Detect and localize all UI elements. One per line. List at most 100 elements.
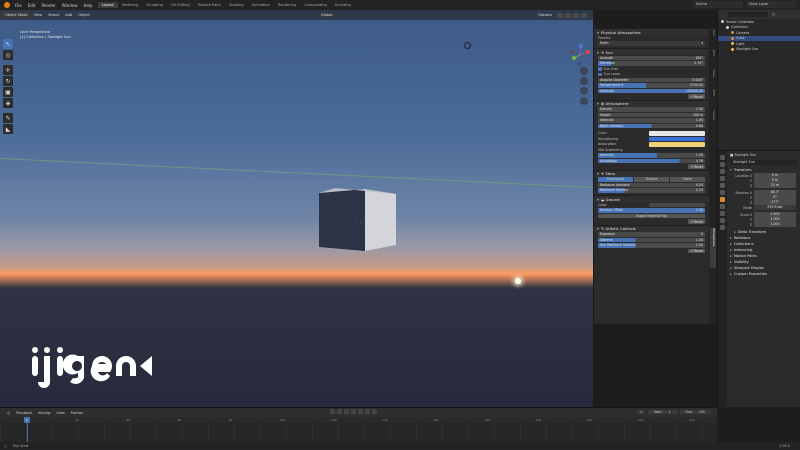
navigation-gizmo[interactable] bbox=[568, 43, 592, 67]
output-props-icon[interactable] bbox=[720, 169, 725, 174]
current-frame-field[interactable]: 1 bbox=[636, 410, 645, 414]
menu-select[interactable]: Select bbox=[45, 13, 62, 17]
sidebar-tab-item[interactable]: Item bbox=[710, 30, 716, 46]
annotate-tool-icon[interactable]: ✎ bbox=[3, 113, 13, 123]
artistic-controls-header[interactable]: ✎ Artistic Controls bbox=[594, 224, 709, 232]
scale-tool-icon[interactable]: ▣ bbox=[3, 87, 13, 97]
tool-props-icon[interactable] bbox=[720, 155, 725, 160]
rotate-tool-icon[interactable]: ↻ bbox=[3, 76, 13, 86]
blender-logo-icon[interactable] bbox=[4, 2, 10, 8]
end-frame-field[interactable]: End 250 bbox=[679, 410, 711, 414]
view-layer-props-icon[interactable] bbox=[720, 176, 725, 181]
start-frame-field[interactable]: Start 1 bbox=[647, 410, 677, 414]
tab-uv-editing[interactable]: UV Editing bbox=[167, 2, 194, 8]
sidebar-tab-atmosphere[interactable]: Atmosphere bbox=[710, 228, 716, 268]
rendered-shading-icon[interactable] bbox=[581, 12, 587, 18]
location-y-field[interactable]: 0 m bbox=[754, 178, 796, 183]
wireframe-shading-icon[interactable] bbox=[557, 12, 563, 18]
transform-orientation-dropdown[interactable]: Global bbox=[318, 13, 336, 17]
material-shading-icon[interactable] bbox=[573, 12, 579, 18]
location-z-field[interactable]: 22 m bbox=[754, 183, 796, 188]
sidebar-tab-tool[interactable]: Tool bbox=[710, 50, 716, 66]
tab-animation[interactable]: Animation bbox=[248, 2, 274, 8]
atmosphere-intensity-field[interactable]: Intensity 1.00 bbox=[598, 118, 705, 123]
atmosphere-section-header[interactable]: ◍ Atmosphere bbox=[594, 99, 709, 107]
menu-render[interactable]: Render bbox=[38, 3, 58, 8]
move-tool-icon[interactable]: ✛ bbox=[3, 65, 13, 75]
play-reverse-icon[interactable] bbox=[351, 409, 356, 414]
scale-z-field[interactable]: 1.000 bbox=[754, 222, 796, 227]
scene-field[interactable]: Scene bbox=[693, 1, 743, 8]
3d-viewport[interactable]: Object Mode View Select Add Object Globa… bbox=[0, 10, 593, 407]
angular-diameter-field[interactable]: Angular Diameter 0.526° bbox=[598, 77, 705, 82]
sun-intensity-field[interactable]: Intensity 200000.00 bbox=[598, 88, 705, 93]
object-name-field[interactable]: Starlight Sun bbox=[730, 160, 798, 165]
sun-section-header[interactable]: ☀ Sun bbox=[594, 48, 709, 55]
physics-props-icon[interactable] bbox=[720, 211, 725, 216]
rotation-x-field[interactable]: 86.3° bbox=[754, 190, 796, 195]
atmosphere-reset-button[interactable]: ↺ Reset bbox=[688, 164, 705, 169]
outliner-search-input[interactable] bbox=[728, 12, 768, 17]
menu-help[interactable]: Help bbox=[80, 3, 95, 8]
scale-x-field[interactable]: 1.000 bbox=[754, 212, 796, 217]
camera-view-icon[interactable] bbox=[580, 87, 588, 95]
tab-compositing[interactable]: Compositing bbox=[300, 2, 331, 8]
sidebar-tab-create[interactable]: Create bbox=[710, 110, 716, 134]
mie-intensity-field[interactable]: Intensity 1.00 bbox=[598, 153, 705, 158]
timeline-track-area[interactable] bbox=[0, 423, 717, 443]
menu-keying[interactable]: Keying bbox=[35, 411, 53, 415]
elevation-field[interactable]: Elevation 2.70° bbox=[598, 61, 705, 66]
toggle-material-fog-button[interactable]: Toggle Material Fog bbox=[598, 213, 705, 218]
next-key-icon[interactable] bbox=[365, 409, 370, 414]
tab-scripting[interactable]: Scripting bbox=[331, 2, 355, 8]
stars-tab-procedural[interactable]: Procedural bbox=[598, 177, 633, 182]
object-props-icon[interactable] bbox=[720, 197, 725, 202]
ground-section-header[interactable]: ◒ Ground bbox=[594, 195, 709, 202]
rotation-y-field[interactable]: 0° bbox=[754, 195, 796, 200]
menu-object[interactable]: Object bbox=[75, 13, 93, 17]
horizon-offset-field[interactable]: Horizon Offset 1.00 bbox=[598, 208, 705, 213]
artistic-reset-button[interactable]: ↺ Reset bbox=[688, 248, 705, 254]
tab-rendering[interactable]: Rendering bbox=[274, 2, 300, 8]
tab-modeling[interactable]: Modeling bbox=[118, 2, 142, 8]
rotation-mode-dropdown[interactable]: XYZ Euler bbox=[754, 205, 796, 210]
atmosphere-color-swatch[interactable] bbox=[649, 131, 705, 136]
stars-tab-texture[interactable]: Texture bbox=[634, 177, 669, 182]
menu-edit[interactable]: Edit bbox=[25, 3, 39, 8]
rotation-z-field[interactable]: 277° bbox=[754, 200, 796, 205]
tab-texture-paint[interactable]: Texture Paint bbox=[194, 2, 225, 8]
absorption-swatch[interactable] bbox=[649, 142, 705, 147]
sun-reset-button[interactable]: ↺ Reset bbox=[688, 94, 705, 99]
scene-props-icon[interactable] bbox=[720, 183, 725, 188]
solid-shading-icon[interactable] bbox=[565, 12, 571, 18]
tab-shading[interactable]: Shading bbox=[225, 2, 248, 8]
zoom-icon[interactable] bbox=[580, 67, 588, 75]
view-layer-field[interactable]: View Layer bbox=[746, 1, 796, 8]
menu-add[interactable]: Add bbox=[62, 13, 75, 17]
radiance-intensity-field[interactable]: Radiance Intensity 0.20 bbox=[598, 182, 705, 187]
location-x-field[interactable]: 0 m bbox=[754, 173, 796, 178]
modifier-props-icon[interactable] bbox=[720, 204, 725, 209]
cube-object[interactable] bbox=[310, 185, 410, 255]
stars-tab-none[interactable]: None bbox=[670, 177, 705, 182]
panel-title[interactable]: Physical Atmosphere bbox=[594, 28, 709, 35]
radiance-gamma-field[interactable]: Radiance Gamma 2.20 bbox=[598, 188, 705, 193]
tab-layout[interactable]: Layout bbox=[97, 2, 118, 8]
menu-window[interactable]: Window bbox=[59, 3, 81, 8]
jump-start-icon[interactable] bbox=[337, 409, 342, 414]
height-field[interactable]: Height 300 m bbox=[598, 112, 705, 117]
cursor-tool-icon[interactable]: ◎ bbox=[3, 50, 13, 60]
filter-icon[interactable]: ▽ bbox=[772, 12, 775, 17]
azimuth-field[interactable]: Azimuth 180° bbox=[598, 55, 705, 60]
sun-radiance-gamma-field[interactable]: Sun Radiance Gamma 1.00 bbox=[598, 243, 705, 248]
sidebar-tab-edit[interactable]: Edit bbox=[710, 90, 716, 106]
properties-section[interactable]: Custom Properties bbox=[728, 271, 800, 277]
ground-color-swatch[interactable] bbox=[649, 202, 705, 207]
stars-section-header[interactable]: ✦ Stars bbox=[594, 169, 709, 177]
sun-disk-checkbox[interactable] bbox=[598, 67, 602, 71]
menu-view[interactable]: View bbox=[31, 13, 46, 17]
options-dropdown[interactable]: Options bbox=[535, 13, 555, 18]
render-props-icon[interactable] bbox=[720, 162, 725, 167]
menu-marker[interactable]: Marker bbox=[68, 411, 86, 415]
jump-end-icon[interactable] bbox=[372, 409, 377, 414]
